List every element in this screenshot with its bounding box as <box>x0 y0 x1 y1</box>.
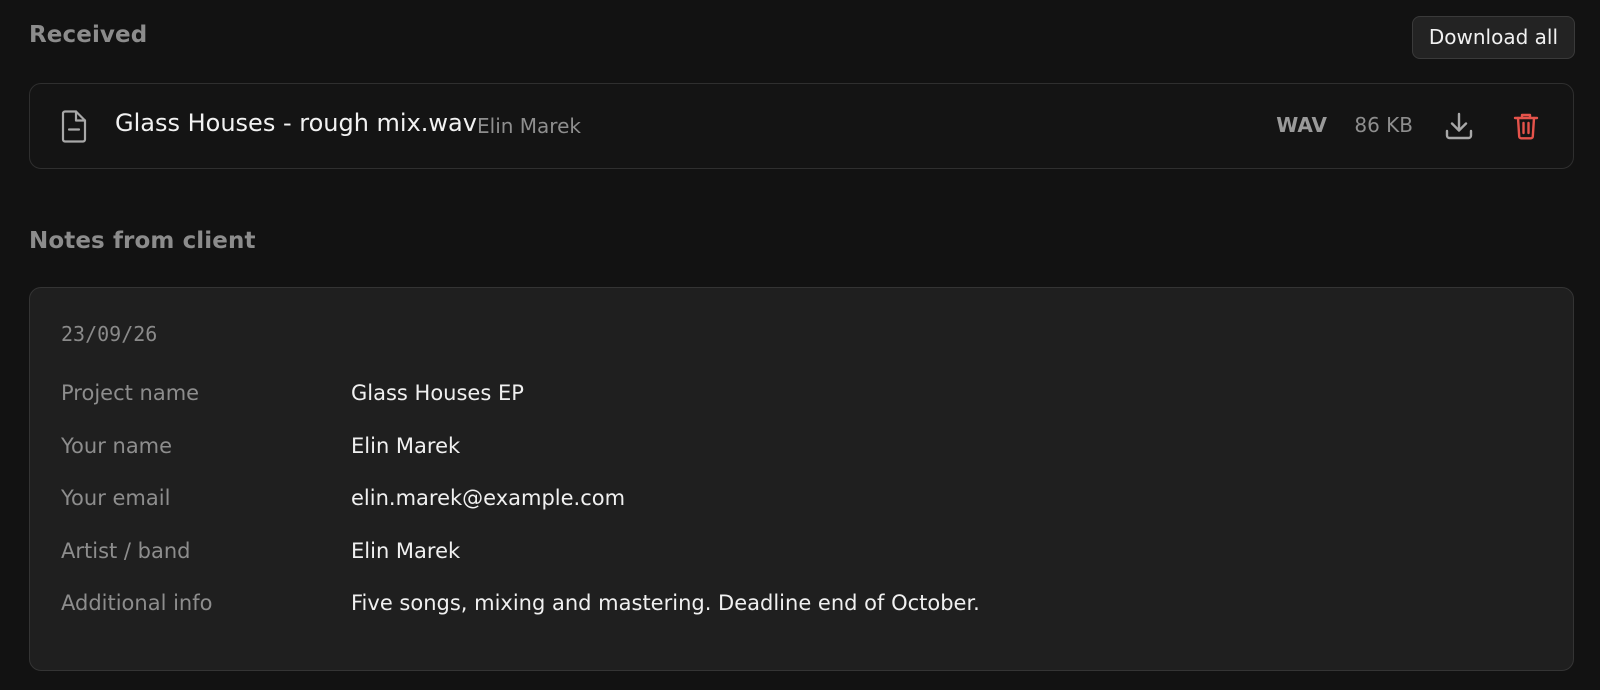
download-icon[interactable] <box>1443 110 1475 142</box>
download-all-button[interactable]: Download all <box>1411 16 1575 59</box>
notes-value: Five songs, mixing and mastering. Deadli… <box>351 591 980 615</box>
notes-section-title: Notes from client <box>29 228 256 254</box>
notes-row-artist-band: Artist / band Elin Marek <box>61 539 1543 592</box>
page: Received Download all Glass Houses - rou… <box>0 0 1600 690</box>
notes-row-your-name: Your name Elin Marek <box>61 434 1543 487</box>
notes-list: Project name Glass Houses EP Your name E… <box>61 381 1543 644</box>
notes-label: Artist / band <box>61 538 191 563</box>
received-section-title: Received <box>29 22 148 48</box>
file-type-badge: WAV <box>1276 113 1327 137</box>
file-icon <box>61 110 87 143</box>
file-owner: Elin Marek <box>477 114 581 138</box>
notes-value: Elin Marek <box>351 433 461 458</box>
file-name: Glass Houses - rough mix.wav <box>115 109 477 137</box>
notes-row-your-email: Your email elin.marek@example.com <box>61 486 1543 539</box>
notes-label: Your name <box>61 433 173 458</box>
file-row[interactable]: Glass Houses - rough mix.wav Elin Marek … <box>29 83 1574 169</box>
notes-row-additional-info: Additional info Five songs, mixing and m… <box>61 591 1543 644</box>
notes-label: Additional info <box>61 591 213 615</box>
file-size: 86 KB <box>1354 113 1413 137</box>
notes-label: Your email <box>61 486 171 510</box>
notes-value: Elin Marek <box>351 538 461 563</box>
notes-row-project-name: Project name Glass Houses EP <box>61 381 1543 434</box>
notes-value: elin.marek@example.com <box>351 486 626 510</box>
notes-label: Project name <box>61 381 200 405</box>
notes-value: Glass Houses EP <box>351 381 524 405</box>
trash-icon[interactable] <box>1510 110 1542 142</box>
notes-date: 23/09/26 <box>61 322 158 346</box>
notes-card: 23/09/26 Project name Glass Houses EP Yo… <box>29 287 1574 671</box>
